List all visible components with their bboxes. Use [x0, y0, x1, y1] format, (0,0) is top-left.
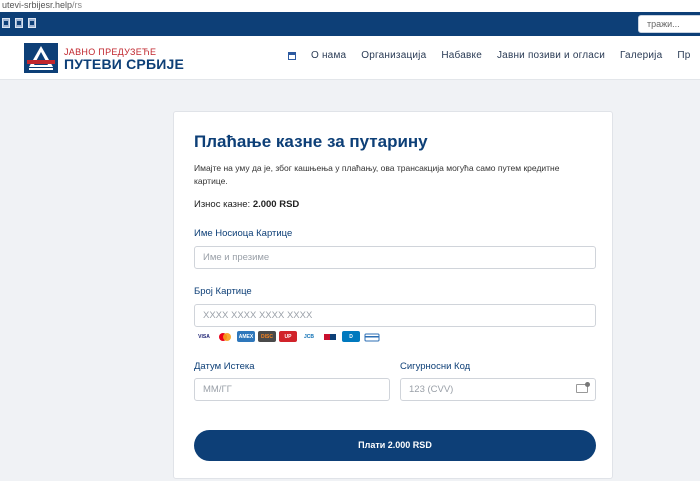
- cvv-input[interactable]: [401, 379, 595, 400]
- nav-item-procurement[interactable]: Набавке: [441, 50, 482, 61]
- home-icon[interactable]: [288, 51, 296, 60]
- language-flag-icon[interactable]: [2, 18, 10, 28]
- pay-button[interactable]: Плати 2.000 RSD: [194, 430, 596, 461]
- nav-item-gallery[interactable]: Галерија: [620, 50, 662, 61]
- cardholder-name-input[interactable]: [195, 247, 595, 268]
- card-number-label: Број Картице: [194, 286, 252, 297]
- diners-icon: D: [342, 331, 360, 342]
- site-header: ЈАВНО ПРЕДУЗЕЋЕ ПУТЕВИ СРБИЈЕ О нама Орг…: [0, 36, 700, 80]
- language-flag-icon[interactable]: [15, 18, 23, 28]
- url-path: /rs: [72, 0, 83, 10]
- nav-item-public-calls[interactable]: Јавни позиви и огласи: [497, 50, 605, 61]
- jcb-icon: JCB: [300, 331, 318, 342]
- language-switcher: [2, 18, 36, 28]
- fine-amount-value: 2.000 RSD: [252, 199, 300, 210]
- cvv-card-icon: [576, 382, 590, 393]
- payment-notice: Имајте на уму да је, због кашњења у плаћ…: [194, 163, 560, 186]
- mastercard-icon: [216, 331, 234, 342]
- payment-card: Плаћање казне за путарину Имајте на уму …: [173, 111, 613, 479]
- unionpay-icon: UP: [279, 331, 297, 342]
- visa-icon: VISA: [195, 331, 213, 342]
- top-bar: [0, 12, 700, 36]
- generic-card-icon: [363, 331, 381, 342]
- language-flag-icon[interactable]: [28, 18, 36, 28]
- nav-item-organization[interactable]: Организација: [361, 50, 426, 61]
- expiry-field: [194, 378, 390, 401]
- browser-url-bar[interactable]: utevi-srbijesr.help/rs: [0, 0, 700, 12]
- nav-item-about[interactable]: О нама: [311, 50, 346, 61]
- expiry-input[interactable]: [195, 379, 389, 400]
- cardholder-name-label: Име Носиоца Картице: [194, 228, 293, 239]
- url-main: utevi-srbijesr.help: [2, 0, 73, 10]
- dinacard-icon: [321, 331, 339, 342]
- main-nav: О нама Организација Набавке Јавни позиви…: [288, 50, 700, 61]
- discover-icon: DISC: [258, 331, 276, 342]
- card-number-field: [194, 304, 596, 327]
- cardholder-name-field: [194, 246, 596, 269]
- search-input[interactable]: тражи...: [638, 15, 700, 33]
- fine-amount-label: Износ казне:: [194, 199, 251, 210]
- cvv-label: Сигурносни Код: [400, 361, 471, 372]
- amex-icon: AMEX: [237, 331, 255, 342]
- fine-amount: Износ казне: 2.000 RSD: [194, 199, 299, 210]
- expiry-label: Датум Истека: [194, 361, 255, 372]
- brand-name: ПУТЕВИ СРБИЈЕ: [64, 56, 185, 72]
- nav-item-more[interactable]: Пр: [677, 50, 690, 61]
- page-title: Плаћање казне за путарину: [194, 132, 428, 151]
- card-number-input[interactable]: [195, 305, 595, 326]
- search-placeholder: тражи...: [647, 19, 680, 29]
- accepted-cards: VISA AMEX DISC UP JCB D: [195, 331, 381, 342]
- cvv-field: [400, 378, 596, 401]
- logo-icon[interactable]: [24, 43, 58, 73]
